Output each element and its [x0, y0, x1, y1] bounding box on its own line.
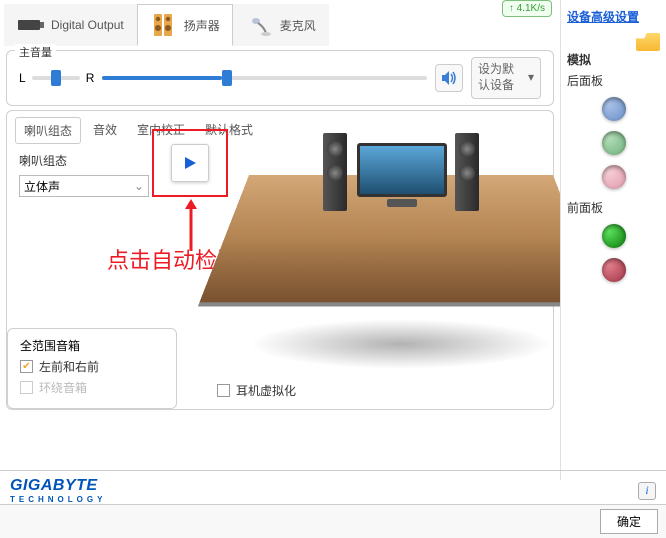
- balance-control[interactable]: L R: [19, 71, 94, 85]
- play-icon: [182, 155, 198, 171]
- balance-right-label: R: [86, 71, 95, 85]
- tab-microphone[interactable]: 麦克风: [233, 4, 329, 46]
- volume-slider[interactable]: [102, 76, 427, 80]
- balance-left-label: L: [19, 71, 26, 85]
- jack-front-pink[interactable]: [602, 258, 626, 282]
- device-tabs: Digital Output 扬声器 麦克风: [0, 0, 560, 46]
- chevron-down-icon: ⌄: [134, 179, 144, 193]
- jack-back-green[interactable]: [602, 131, 626, 155]
- monitor-illustration: [357, 143, 447, 203]
- balance-thumb[interactable]: [51, 70, 61, 86]
- front-panel-label: 前面板: [567, 199, 660, 216]
- connector-panel: 设备高级设置 模拟 后面板 前面板: [560, 0, 666, 480]
- digital-output-icon: [17, 11, 45, 39]
- chevron-down-icon: ▾: [528, 70, 534, 86]
- checkbox-front-lr[interactable]: ✔: [20, 360, 33, 373]
- subtab-sound-effects[interactable]: 音效: [85, 117, 125, 144]
- ok-button[interactable]: 确定: [600, 509, 658, 534]
- checkbox-front-lr-label: 左前和右前: [39, 358, 99, 375]
- auto-detect-highlight: [152, 129, 228, 197]
- speaker-config-panel: 喇叭组态 音效 室内校正 默认格式 喇叭组态 立体声 ⌄ 点击自动检测 全范围音…: [6, 110, 554, 410]
- checkbox-surround: [20, 381, 33, 394]
- full-range-title: 全范围音箱: [20, 337, 164, 354]
- sound-icon: [440, 69, 458, 87]
- volume-title: 主音量: [15, 44, 56, 60]
- tab-label: 麦克风: [280, 17, 316, 34]
- test-play-button[interactable]: [171, 144, 209, 182]
- tab-label: Digital Output: [51, 18, 124, 32]
- info-button[interactable]: i: [638, 482, 656, 500]
- room-illustration: [249, 123, 553, 339]
- network-speed-badge: ↑ 4.1K/s: [502, 0, 552, 17]
- checkbox-surround-label: 环绕音箱: [39, 379, 87, 396]
- tab-label: 扬声器: [184, 17, 220, 34]
- folder-icon[interactable]: [636, 33, 660, 51]
- tab-speakers[interactable]: 扬声器: [137, 4, 233, 46]
- headphone-virtual-label: 耳机虚拟化: [236, 382, 296, 399]
- back-panel-label: 后面板: [567, 72, 660, 89]
- simulate-title: 模拟: [567, 51, 660, 68]
- advanced-settings-link[interactable]: 设备高级设置: [567, 10, 639, 24]
- jack-back-blue[interactable]: [602, 97, 626, 121]
- right-speaker-illustration[interactable]: [455, 133, 479, 211]
- tab-digital-output[interactable]: Digital Output: [4, 4, 137, 46]
- select-value: 立体声: [24, 178, 60, 195]
- jack-front-green[interactable]: [602, 224, 626, 248]
- jack-back-pink[interactable]: [602, 165, 626, 189]
- left-speaker-illustration[interactable]: [323, 133, 347, 211]
- checkbox-headphone-virtual[interactable]: [217, 384, 230, 397]
- set-default-device-button[interactable]: 设为默认设备 ▾: [471, 57, 541, 98]
- default-device-label: 设为默认设备: [478, 62, 524, 93]
- mute-button[interactable]: [435, 64, 463, 92]
- speaker-config-select[interactable]: 立体声 ⌄: [19, 175, 149, 197]
- dialog-buttons: 确定: [0, 504, 666, 538]
- volume-thumb[interactable]: [222, 70, 232, 86]
- subtab-speaker-config[interactable]: 喇叭组态: [15, 117, 81, 144]
- speaker-device-icon: [150, 11, 178, 39]
- full-range-speakers-group: 全范围音箱 ✔ 左前和右前 环绕音箱: [7, 328, 177, 409]
- brand-logo: GIGABYTE TECHNOLOGY: [10, 477, 106, 504]
- master-volume-panel: 主音量 L R 设为默认设备 ▾: [6, 50, 554, 106]
- microphone-icon: [246, 11, 274, 39]
